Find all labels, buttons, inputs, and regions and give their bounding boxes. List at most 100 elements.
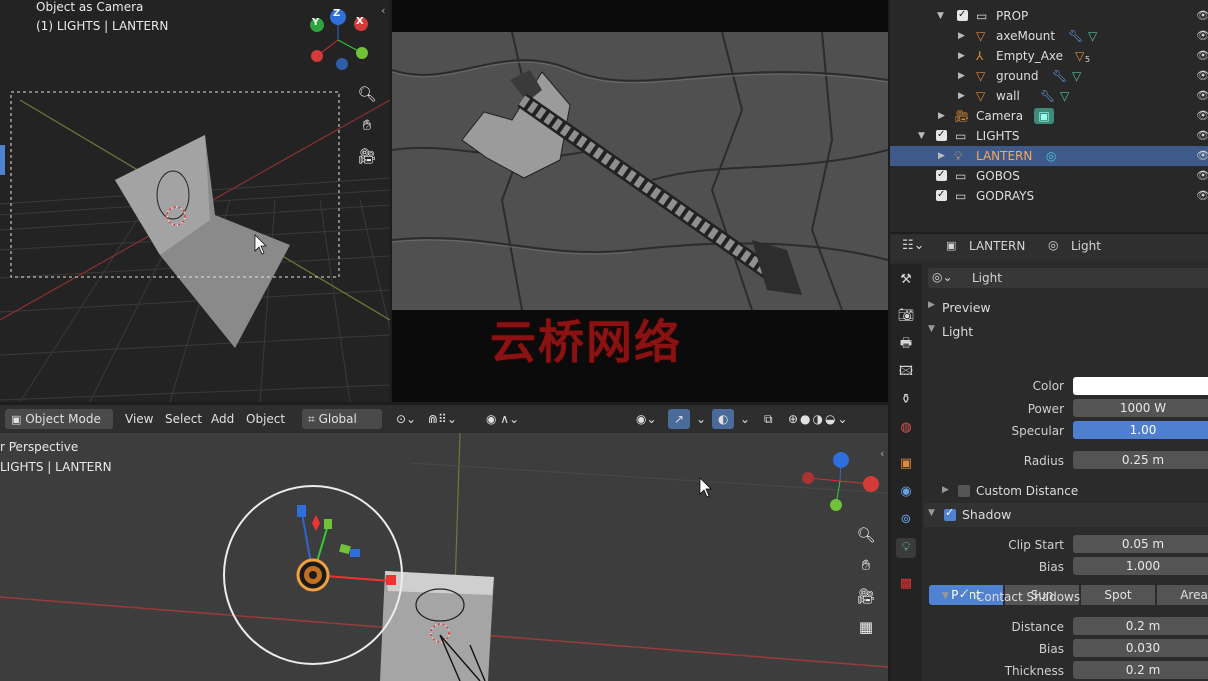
- output-tab-icon[interactable]: 🖶: [896, 334, 916, 354]
- expand-triangle-icon[interactable]: ▶: [958, 46, 965, 66]
- menu-object[interactable]: Object: [240, 409, 291, 429]
- section-light[interactable]: Light: [942, 324, 973, 339]
- tool-tab-icon[interactable]: ⚒: [896, 270, 916, 290]
- clip-start-field[interactable]: 0.05 m: [1073, 535, 1208, 553]
- shadow-section-header[interactable]: ▼ Shadow: [924, 503, 1208, 527]
- grid-ortho-icon[interactable]: ▦: [854, 615, 878, 639]
- custom-distance-checkbox[interactable]: [958, 485, 970, 497]
- visibility-eye-icon[interactable]: ◉⌄: [630, 409, 663, 429]
- texture-tab-icon[interactable]: ▩: [896, 574, 916, 594]
- outliner-row-ground[interactable]: ▶ ▽ ground 🔧︎ ▽ 👁︎: [890, 66, 1208, 86]
- pivot-point-icon[interactable]: ⊙⌄: [390, 409, 422, 429]
- outliner-row-godrays[interactable]: ▭ GODRAYS 👁︎: [890, 185, 1208, 206]
- expand-triangle-icon[interactable]: ▼: [918, 126, 925, 146]
- snap-magnet-icon[interactable]: ⋒⠿⌄: [422, 409, 463, 429]
- camera-view-icon[interactable]: 🎥︎: [355, 144, 379, 168]
- main-3d-viewport[interactable]: ▣ Object Mode ⌄ View Select Add Object ⌗…: [0, 405, 888, 681]
- gizmo-dropdown-icon[interactable]: ⌄: [690, 409, 712, 429]
- contact-shadows-checkbox[interactable]: [958, 588, 970, 603]
- outliner-row-wall[interactable]: ▶ ▽ wall 🔧︎ ▽ 👁︎: [890, 86, 1208, 106]
- light-datablock-selector[interactable]: ◎⌄ Light: [928, 268, 1208, 288]
- expand-triangle-icon[interactable]: ▶: [958, 66, 965, 86]
- bias-label: Bias: [1038, 560, 1064, 574]
- outliner-row-prop[interactable]: ▼ ▭ PROP 👁︎: [890, 5, 1208, 26]
- outliner-row-gobos[interactable]: ▭ GOBOS 👁︎: [890, 165, 1208, 186]
- color-swatch[interactable]: [1073, 377, 1208, 395]
- exclude-checkbox[interactable]: [936, 165, 947, 185]
- zoom-icon[interactable]: 🔍︎: [854, 523, 878, 547]
- contact-bias-field[interactable]: 0.030: [1073, 639, 1208, 657]
- menu-view[interactable]: View: [119, 409, 159, 429]
- section-contact-shadows[interactable]: Contact Shadows: [976, 590, 1080, 604]
- outliner-row-lights[interactable]: ▼ ▭ LIGHTS 👁︎: [890, 125, 1208, 146]
- render-viewport[interactable]: 云桥网络: [392, 0, 888, 402]
- thickness-field[interactable]: 0.2 m: [1073, 661, 1208, 679]
- color-label: Color: [1032, 379, 1064, 393]
- eye-icon[interactable]: 👁︎: [1196, 166, 1208, 186]
- expanded-triangle-icon: ▼: [928, 324, 935, 334]
- proportional-edit-icon[interactable]: ◉ ∧⌄: [480, 409, 525, 429]
- eye-icon[interactable]: 👁︎: [1196, 146, 1208, 166]
- object-tab-icon[interactable]: ▣: [896, 454, 916, 474]
- shadow-checkbox[interactable]: [944, 506, 956, 521]
- view-layer-tab-icon[interactable]: 🖾: [896, 362, 916, 382]
- camera-view-subtitle: (1) LIGHTS | LANTERN: [36, 19, 169, 33]
- exclude-checkbox[interactable]: [936, 185, 947, 205]
- outliner-row-lantern[interactable]: ▶ 💡︎ LANTERN ◎ 👁︎: [890, 146, 1208, 166]
- section-custom-distance[interactable]: Custom Distance: [976, 484, 1078, 498]
- light-data-tab-icon[interactable]: 💡︎: [896, 538, 916, 558]
- pan-hand-icon[interactable]: ✋︎: [355, 113, 379, 137]
- pan-hand-icon[interactable]: ✋︎: [854, 553, 878, 577]
- light-type-spot[interactable]: Spot: [1081, 585, 1155, 605]
- mode-selector[interactable]: ▣ Object Mode ⌄: [5, 409, 113, 447]
- expand-triangle-icon[interactable]: ▼: [937, 6, 944, 26]
- camera-view-icon[interactable]: 🎥︎: [854, 584, 878, 608]
- outliner-row-empty-axe[interactable]: ▶ ⅄ Empty_Axe ▽ 5 👁︎: [890, 46, 1208, 66]
- physics-tab-icon[interactable]: ◉: [896, 482, 916, 502]
- expand-triangle-icon[interactable]: ▶: [938, 146, 945, 166]
- editor-type-icon[interactable]: ☷⌄: [902, 238, 925, 253]
- eye-icon[interactable]: 👁︎: [1196, 86, 1208, 106]
- expand-triangle-icon[interactable]: ▶: [958, 86, 965, 106]
- eye-icon[interactable]: 👁︎: [1196, 106, 1208, 126]
- eye-icon[interactable]: 👁︎: [1196, 6, 1208, 26]
- exclude-checkbox[interactable]: [957, 5, 968, 25]
- scene-tab-icon[interactable]: ⚱: [896, 390, 916, 410]
- camera-viewport[interactable]: Object as Camera (1) LIGHTS | LANTERN Z …: [0, 0, 390, 402]
- section-shadow: Shadow: [962, 507, 1012, 522]
- transform-orientation-dropdown[interactable]: ⌗ Global: [302, 409, 382, 429]
- power-field[interactable]: 1000 W: [1073, 399, 1208, 417]
- constraints-tab-icon[interactable]: ⊚: [896, 510, 916, 530]
- world-tab-icon[interactable]: ◍: [896, 418, 916, 438]
- breadcrumb-object: LANTERN: [969, 239, 1026, 253]
- menu-select[interactable]: Select: [159, 409, 208, 429]
- radius-field[interactable]: 0.25 m: [1073, 451, 1208, 469]
- eye-icon[interactable]: 👁︎: [1196, 186, 1208, 206]
- section-preview[interactable]: Preview: [942, 300, 991, 315]
- exclude-checkbox[interactable]: [936, 125, 947, 145]
- xray-toggle-icon[interactable]: ⧉: [758, 409, 779, 429]
- overlays-toggle-icon[interactable]: ◐: [712, 409, 735, 429]
- eye-icon[interactable]: 👁︎: [1196, 26, 1208, 46]
- eye-icon[interactable]: 👁︎: [1196, 126, 1208, 146]
- gizmo-toggle-icon[interactable]: ↗: [668, 409, 691, 429]
- shading-modes-icon[interactable]: ⊕●◑◒⌄: [782, 409, 856, 429]
- light-type-area[interactable]: Area: [1157, 585, 1208, 605]
- outliner-item-label: axeMount: [996, 29, 1056, 43]
- child-mesh-icon: ▽: [1075, 49, 1085, 63]
- specular-slider[interactable]: 1.00: [1073, 421, 1208, 439]
- outliner-row-camera[interactable]: ▶ 🎥︎ Camera ▣ 👁︎: [890, 106, 1208, 126]
- distance-field[interactable]: 0.2 m: [1073, 617, 1208, 635]
- collapse-chevron-icon[interactable]: ‹: [381, 4, 385, 17]
- menu-add[interactable]: Add: [205, 409, 240, 429]
- expand-triangle-icon[interactable]: ▶: [958, 26, 965, 46]
- render-tab-icon[interactable]: 📷︎: [896, 306, 916, 326]
- expand-triangle-icon[interactable]: ▶: [938, 106, 945, 126]
- zoom-icon[interactable]: 🔍︎: [355, 82, 379, 106]
- eye-icon[interactable]: 👁︎: [1196, 66, 1208, 86]
- collapse-chevron-icon[interactable]: ‹: [880, 447, 884, 460]
- eye-icon[interactable]: 👁︎: [1196, 46, 1208, 66]
- outliner-row-axemount[interactable]: ▶ ▽ axeMount 🔧︎ ▽ 👁︎: [890, 26, 1208, 46]
- bias-field[interactable]: 1.000: [1073, 557, 1208, 575]
- overlays-dropdown-icon[interactable]: ⌄: [734, 409, 756, 429]
